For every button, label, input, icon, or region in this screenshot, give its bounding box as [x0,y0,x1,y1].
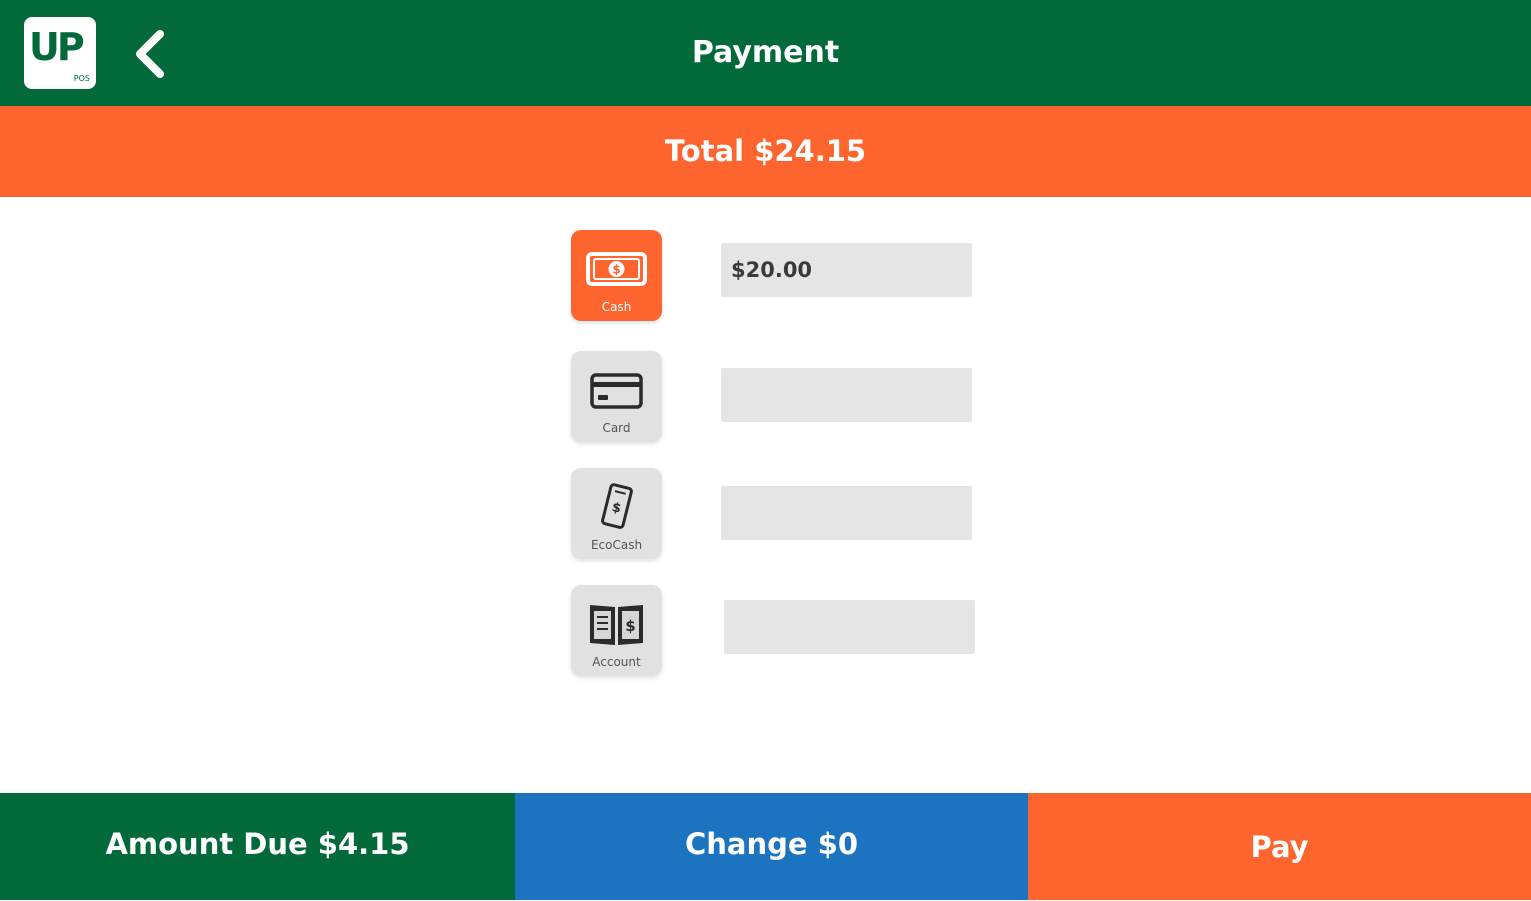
app-header: UP POS Payment [0,0,1531,106]
cash-icon: $ [586,252,647,286]
app-logo: UP POS [24,17,96,89]
payment-method-account-button[interactable]: $ Account [571,585,662,676]
amount-due-display: Amount Due $4.15 [0,793,515,900]
svg-text:$: $ [625,617,635,635]
payment-method-label: Card [602,421,631,435]
account-amount-input[interactable] [724,600,975,654]
payment-method-label: EcoCash [590,538,643,552]
credit-card-icon [590,373,643,409]
payment-method-label: Cash [601,300,632,314]
pay-button[interactable]: Pay [1028,793,1531,900]
svg-text:$: $ [610,500,622,517]
svg-text:$: $ [612,263,620,277]
chevron-left-icon [136,30,164,78]
back-button[interactable] [128,26,176,82]
mobile-money-icon: $ [601,483,633,529]
card-amount-input[interactable] [721,368,972,422]
logo-subtext: POS [73,74,90,83]
cash-amount-input[interactable] [721,243,972,297]
page-title: Payment [691,35,840,70]
payment-method-cash-button[interactable]: $ Cash [571,230,662,321]
payment-method-card-button[interactable]: Card [571,351,662,442]
logo-text: UP [29,25,85,69]
change-display: Change $0 [515,793,1028,900]
ecocash-amount-input[interactable] [721,486,972,540]
payment-method-ecocash-button[interactable]: $ EcoCash [571,468,662,559]
total-banner: Total $24.15 [0,106,1531,197]
account-book-icon: $ [590,605,643,645]
payment-method-label: Account [592,655,641,669]
